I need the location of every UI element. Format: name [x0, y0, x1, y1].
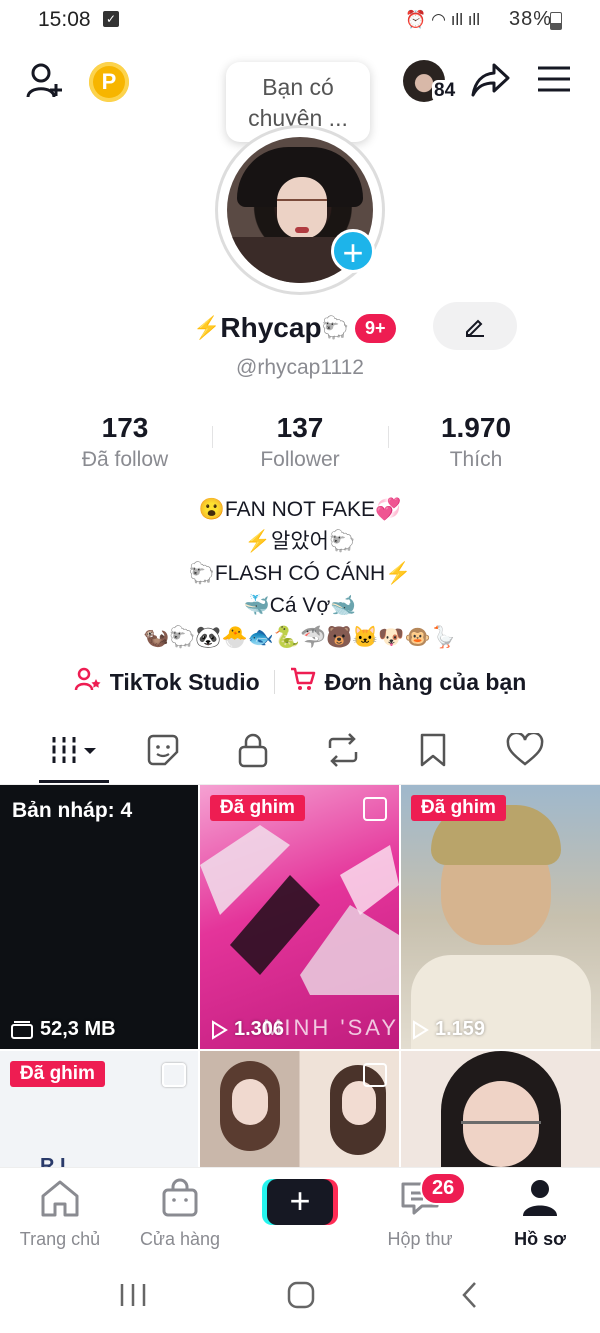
tab-liked-heart-icon[interactable] [480, 724, 570, 776]
name-emoji-sheep: 🐑 [321, 315, 349, 340]
home-system-icon[interactable] [286, 1280, 316, 1315]
stat-divider [212, 426, 213, 448]
nav-shop-label: Cửa hàng [139, 1229, 221, 1249]
links-divider [273, 670, 275, 694]
shop-bag-icon [162, 1178, 198, 1217]
nav-inbox-label: Hộp thư [387, 1229, 453, 1249]
alarm-wifi-signal-icons: ⏰ ◠ ıll ıll [405, 10, 480, 29]
back-icon[interactable] [458, 1280, 482, 1315]
multi-photo-icon [162, 1063, 186, 1087]
create-button[interactable]: + [262, 1179, 338, 1225]
view-count: 1.159 [411, 1018, 485, 1041]
battery-percent: 38% [508, 8, 552, 30]
stat-followers-count: 137 [276, 412, 324, 443]
video-tile[interactable] [401, 1051, 600, 1167]
multi-photo-icon [363, 1063, 387, 1087]
pinned-badge: Đã ghim [10, 1061, 105, 1087]
stat-following-label: Đã follow [81, 448, 169, 471]
tab-reposts-icon[interactable] [298, 724, 388, 776]
view-count-text: 1.306 [234, 1018, 285, 1040]
profile-handle: @rhycap1112 [236, 356, 364, 379]
profile-links: TikTok Studio Đơn hàng của bạn [0, 662, 600, 702]
video-tile[interactable] [200, 1051, 399, 1167]
nav-home-label: Trang chủ [19, 1229, 101, 1249]
status-bar: 15:08 ✓ ⏰ ◠ ıll ıll 38% [0, 0, 600, 40]
home-icon [41, 1180, 79, 1217]
profile-bio: 😮FAN NOT FAKE💞 ⚡알았어🐑 🐑FLASH CÓ CÁNH⚡ 🐳Cá… [0, 494, 600, 654]
coin-icon[interactable]: P [89, 62, 129, 102]
notification-check-icon: ✓ [103, 11, 119, 27]
bio-line: 🐑FLASH CÓ CÁNH⚡ [188, 562, 412, 585]
content-tabs [0, 724, 600, 782]
nav-home[interactable]: Trang chủ [10, 1178, 110, 1250]
stat-followers[interactable]: 137 Follower [225, 412, 375, 472]
tab-stickers[interactable] [118, 724, 208, 776]
nav-profile-label: Hồ sơ [514, 1229, 566, 1249]
video-tile[interactable]: Đã ghim R.I... [0, 1051, 198, 1167]
stat-likes-label: Thích [449, 448, 503, 471]
add-friend-icon[interactable] [26, 62, 66, 105]
video-overlay-text: R.I... [40, 1155, 83, 1167]
tab-private-lock-icon[interactable] [208, 724, 298, 776]
bio-line: 😮FAN NOT FAKE💞 [198, 498, 402, 521]
battery-icon [550, 12, 562, 30]
draft-tile[interactable]: Bản nháp: 4 52,3 MB [0, 785, 198, 1049]
view-count: 1.306 [210, 1018, 284, 1041]
profile-name: Rhycap [220, 312, 322, 343]
tab-favorites-bookmark-icon[interactable] [388, 724, 478, 776]
bio-line: ⚡알았어🐑 [244, 530, 356, 553]
plus-icon: + [267, 1179, 333, 1225]
bottom-nav: Trang chủ Cửa hàng + Hộp thư 26 Hồ sơ [0, 1167, 600, 1253]
recent-visitors-count: 84 [432, 80, 458, 102]
notification-badge[interactable]: 9+ [354, 313, 396, 343]
share-icon[interactable] [470, 60, 512, 105]
user-star-icon [74, 666, 102, 698]
menu-icon[interactable] [536, 64, 572, 99]
view-count-text: 1.159 [435, 1018, 486, 1040]
bio-line: 🐳Cá Vợ🐋 [243, 594, 357, 617]
draft-size: 52,3 MB [10, 1018, 116, 1041]
inbox-badge: 26 [420, 1172, 467, 1205]
nav-shop[interactable]: Cửa hàng [130, 1178, 230, 1250]
stat-followers-label: Follower [260, 448, 340, 471]
cart-icon [289, 666, 317, 698]
stat-likes[interactable]: 1.970 Thích [401, 412, 551, 472]
bio-line: 🦦🐑🐼🐣🐟🐍🦈🐻🐱🐶🐵🪿 [143, 626, 457, 649]
edit-profile-button[interactable] [433, 302, 517, 350]
draft-label: Bản nháp: 4 [12, 799, 133, 822]
stat-likes-count: 1.970 [440, 412, 512, 443]
multi-photo-icon [363, 797, 387, 821]
pinned-badge: Đã ghim [411, 795, 506, 821]
add-story-plus-icon[interactable]: + [331, 229, 375, 273]
tab-videos[interactable] [29, 724, 119, 776]
status-time: 15:08 [38, 8, 91, 31]
recent-apps-icon[interactable] [118, 1282, 148, 1313]
video-tile[interactable]: Đã ghim 1.159 [401, 785, 600, 1049]
draft-size-text: 52,3 MB [40, 1018, 116, 1040]
orders-label: Đơn hàng của bạn [324, 668, 527, 695]
profile-name-row: ⚡ Rhycap 🐑 9+ [193, 308, 396, 348]
active-tab-indicator [39, 780, 109, 783]
nav-profile[interactable]: Hồ sơ [490, 1178, 590, 1250]
stat-following-count: 173 [101, 412, 149, 443]
name-emoji-lightning: ⚡ [193, 315, 221, 340]
tiktok-studio-link[interactable]: TikTok Studio [74, 666, 260, 698]
orders-link[interactable]: Đơn hàng của bạn [289, 666, 527, 698]
tiktok-studio-label: TikTok Studio [109, 668, 260, 695]
profile-icon [523, 1180, 557, 1216]
pinned-badge: Đã ghim [210, 795, 305, 821]
stat-divider [388, 426, 389, 448]
video-tile[interactable]: Đã ghim MINH 'SAY 1.306 [200, 785, 399, 1049]
system-nav-bar [0, 1252, 600, 1333]
stat-following[interactable]: 173 Đã follow [50, 412, 200, 472]
